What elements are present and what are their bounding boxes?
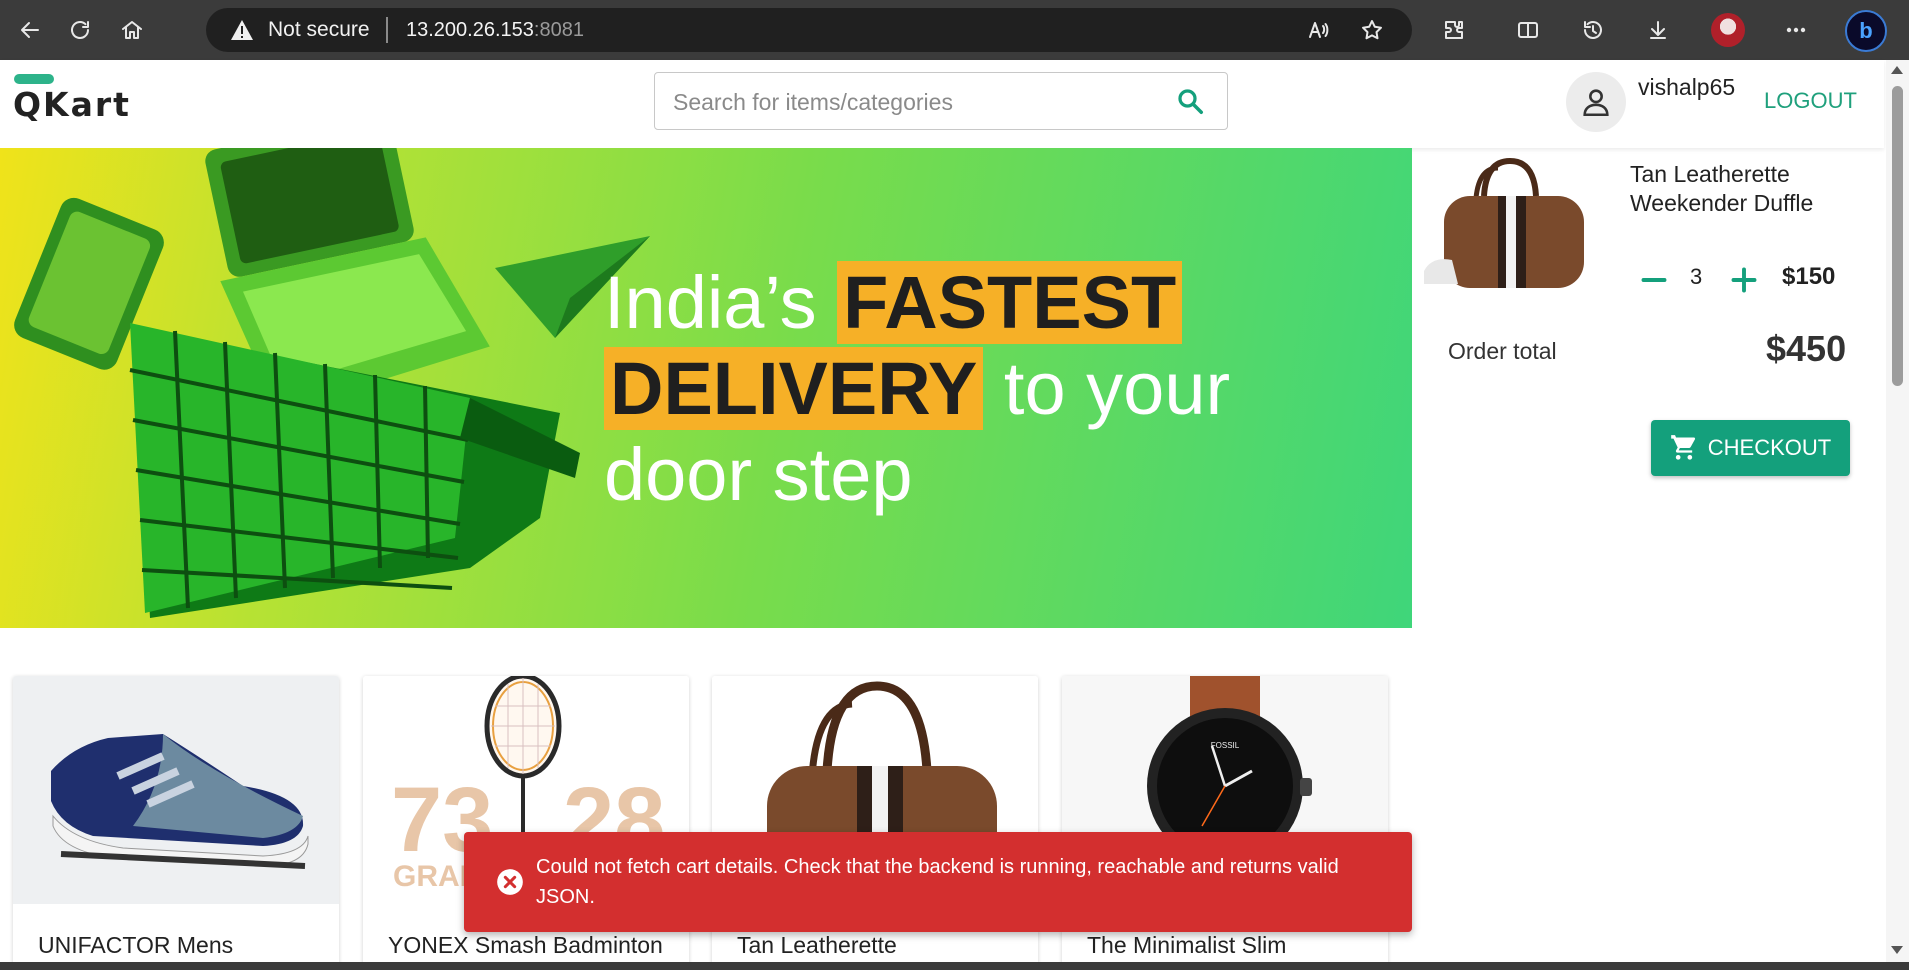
scroll-down-arrow[interactable] — [1891, 946, 1903, 954]
image-text-fossil: FOSSIL — [1211, 741, 1240, 750]
error-message: Could not fetch cart details. Check that… — [536, 856, 1339, 908]
taskbar-edge — [0, 962, 1909, 970]
security-label[interactable]: Not secure — [268, 18, 370, 42]
logout-button[interactable]: LOGOUT — [1764, 88, 1857, 114]
search-input[interactable] — [671, 73, 1155, 131]
scrollbar[interactable] — [1886, 60, 1909, 964]
error-toast: Could not fetch cart details. Check that… — [464, 832, 1412, 932]
split-screen-icon[interactable] — [1510, 12, 1546, 48]
product-name[interactable]: UNIFACTOR Mens — [38, 932, 233, 959]
hero-text-pre: India’s — [604, 261, 838, 344]
url-port: :8081 — [533, 19, 584, 41]
user-icon — [1583, 89, 1609, 117]
profile-avatar[interactable] — [1711, 13, 1745, 47]
refresh-icon[interactable] — [62, 12, 98, 48]
cart-icon — [1670, 435, 1695, 460]
cart-item-quantity: 3 — [1690, 264, 1703, 289]
order-total-label: Order total — [1448, 338, 1557, 364]
checkout-button[interactable]: CHECKOUT — [1651, 420, 1850, 476]
scroll-up-arrow[interactable] — [1891, 66, 1903, 74]
minus-icon[interactable] — [1636, 262, 1672, 298]
more-icon[interactable] — [1778, 12, 1814, 48]
back-icon[interactable] — [12, 12, 48, 48]
hero-highlight-delivery: DELIVERY — [604, 347, 984, 430]
read-aloud-icon[interactable] — [1300, 12, 1336, 48]
product-card[interactable]: UNIFACTOR Mens — [13, 676, 339, 970]
order-total-value: $450 — [1766, 328, 1847, 369]
product-name[interactable]: YONEX Smash Badminton — [388, 932, 663, 959]
search-icon[interactable] — [1175, 86, 1205, 116]
product-name[interactable]: Tan Leatherette — [737, 932, 897, 959]
download-icon[interactable] — [1640, 12, 1676, 48]
favorite-star-icon[interactable] — [1354, 12, 1390, 48]
avatar[interactable] — [1566, 72, 1626, 132]
home-icon[interactable] — [114, 12, 150, 48]
checkout-label: CHECKOUT — [1707, 435, 1832, 460]
cart-item-price: $150 — [1782, 263, 1836, 290]
hero-headline: India’s FASTEST DELIVERY to your door ste… — [604, 260, 1324, 518]
cart-item-image — [1424, 157, 1584, 288]
logo-mark — [14, 74, 54, 84]
hero-banner: India’s FASTEST DELIVERY to your door ste… — [0, 148, 1412, 628]
browser-toolbar: Not secure 13.200.26.153:8081 b — [0, 0, 1909, 60]
extensions-icon[interactable] — [1436, 12, 1472, 48]
history-icon[interactable] — [1575, 12, 1611, 48]
username: vishalp65 — [1638, 74, 1736, 100]
url-text[interactable]: 13.200.26.153:8081 — [406, 19, 584, 42]
product-image-shoe — [13, 676, 339, 904]
cart-item-name: Tan Leatherette Weekender Duffle — [1630, 161, 1814, 216]
error-icon — [497, 869, 523, 895]
hero-illustration — [14, 148, 650, 618]
app-header: QKart vishalp65 LOGOUT — [0, 60, 1884, 148]
hero-highlight-fastest: FASTEST — [837, 261, 1183, 344]
plus-icon[interactable] — [1726, 262, 1762, 298]
scroll-thumb[interactable] — [1892, 86, 1903, 386]
bing-icon[interactable]: b — [1845, 10, 1887, 52]
logo[interactable]: QKart — [13, 85, 131, 124]
url-host: 13.200.26.153 — [406, 19, 534, 41]
address-bar[interactable]: Not secure 13.200.26.153:8081 — [206, 8, 1412, 52]
warning-icon — [231, 20, 253, 40]
search-box — [654, 72, 1228, 131]
product-name[interactable]: The Minimalist Slim — [1087, 932, 1286, 959]
address-separator — [386, 17, 388, 43]
